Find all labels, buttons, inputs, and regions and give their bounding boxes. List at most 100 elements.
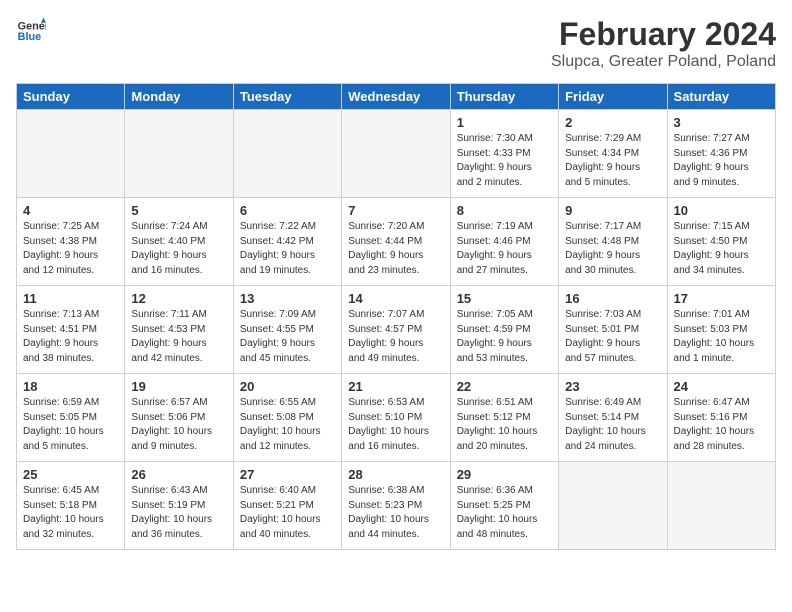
calendar-cell: 13 Sunrise: 7:09 AMSunset: 4:55 PMDayligh… bbox=[233, 286, 341, 374]
day-number: 25 bbox=[23, 467, 118, 482]
header-sunday: Sunday bbox=[17, 84, 125, 110]
calendar-cell: 2 Sunrise: 7:29 AMSunset: 4:34 PMDaylight… bbox=[559, 110, 667, 198]
day-number: 4 bbox=[23, 203, 118, 218]
calendar-cell: 14 Sunrise: 7:07 AMSunset: 4:57 PMDayligh… bbox=[342, 286, 450, 374]
calendar-cell: 22 Sunrise: 6:51 AMSunset: 5:12 PMDayligh… bbox=[450, 374, 558, 462]
day-number: 17 bbox=[674, 291, 769, 306]
calendar-cell: 3 Sunrise: 7:27 AMSunset: 4:36 PMDaylight… bbox=[667, 110, 775, 198]
calendar-cell bbox=[233, 110, 341, 198]
day-info: Sunrise: 7:24 AMSunset: 4:40 PMDaylight:… bbox=[131, 220, 226, 278]
header-wednesday: Wednesday bbox=[342, 84, 450, 110]
calendar-cell: 29 Sunrise: 6:36 AMSunset: 5:25 PMDayligh… bbox=[450, 462, 558, 550]
header-tuesday: Tuesday bbox=[233, 84, 341, 110]
calendar-cell bbox=[667, 462, 775, 550]
day-info: Sunrise: 6:38 AMSunset: 5:23 PMDaylight:… bbox=[348, 484, 443, 542]
calendar-cell: 6 Sunrise: 7:22 AMSunset: 4:42 PMDaylight… bbox=[233, 198, 341, 286]
calendar-cell: 9 Sunrise: 7:17 AMSunset: 4:48 PMDaylight… bbox=[559, 198, 667, 286]
header-thursday: Thursday bbox=[450, 84, 558, 110]
header-friday: Friday bbox=[559, 84, 667, 110]
day-info: Sunrise: 7:19 AMSunset: 4:46 PMDaylight:… bbox=[457, 220, 552, 278]
day-info: Sunrise: 7:30 AMSunset: 4:33 PMDaylight:… bbox=[457, 132, 552, 190]
calendar-cell: 19Sunrise: 6:57 AMSunset: 5:06 PMDayligh… bbox=[125, 374, 233, 462]
day-info: Sunrise: 7:11 AMSunset: 4:53 PMDaylight:… bbox=[131, 308, 226, 366]
day-number: 27 bbox=[240, 467, 335, 482]
calendar-cell: 26 Sunrise: 6:43 AMSunset: 5:19 PMDayligh… bbox=[125, 462, 233, 550]
day-info: Sunrise: 6:43 AMSunset: 5:19 PMDaylight:… bbox=[131, 484, 226, 542]
day-info: Sunrise: 6:55 AMSunset: 5:08 PMDaylight:… bbox=[240, 396, 335, 454]
day-info: Sunrise: 7:07 AMSunset: 4:57 PMDaylight:… bbox=[348, 308, 443, 366]
day-number: 14 bbox=[348, 291, 443, 306]
day-info: Sunrise: 7:22 AMSunset: 4:42 PMDaylight:… bbox=[240, 220, 335, 278]
day-info: Sunrise: 6:51 AMSunset: 5:12 PMDaylight:… bbox=[457, 396, 552, 454]
day-number: 24 bbox=[674, 379, 769, 394]
day-number: 20 bbox=[240, 379, 335, 394]
calendar-cell bbox=[342, 110, 450, 198]
day-number: 6 bbox=[240, 203, 335, 218]
calendar-cell: 4Sunrise: 7:25 AMSunset: 4:38 PMDaylight… bbox=[17, 198, 125, 286]
day-info: Sunrise: 7:29 AMSunset: 4:34 PMDaylight:… bbox=[565, 132, 660, 190]
day-number: 15 bbox=[457, 291, 552, 306]
day-number: 12 bbox=[131, 291, 226, 306]
day-info: Sunrise: 7:03 AMSunset: 5:01 PMDaylight:… bbox=[565, 308, 660, 366]
calendar-cell: 15 Sunrise: 7:05 AMSunset: 4:59 PMDayligh… bbox=[450, 286, 558, 374]
calendar-cell bbox=[17, 110, 125, 198]
calendar-week-4: 25 Sunrise: 6:45 AMSunset: 5:18 PMDayligh… bbox=[17, 462, 776, 550]
header-row: Sunday Monday Tuesday Wednesday Thursday… bbox=[17, 84, 776, 110]
day-number: 2 bbox=[565, 115, 660, 130]
day-info: Sunrise: 6:36 AMSunset: 5:25 PMDaylight:… bbox=[457, 484, 552, 542]
calendar-cell: 21 Sunrise: 6:53 AMSunset: 5:10 PMDayligh… bbox=[342, 374, 450, 462]
day-number: 29 bbox=[457, 467, 552, 482]
day-info: Sunrise: 6:53 AMSunset: 5:10 PMDaylight:… bbox=[348, 396, 443, 454]
calendar-cell: 23 Sunrise: 6:49 AMSunset: 5:14 PMDayligh… bbox=[559, 374, 667, 462]
day-number: 22 bbox=[457, 379, 552, 394]
day-number: 21 bbox=[348, 379, 443, 394]
day-number: 16 bbox=[565, 291, 660, 306]
logo: General Blue bbox=[16, 16, 46, 46]
day-number: 26 bbox=[131, 467, 226, 482]
day-number: 7 bbox=[348, 203, 443, 218]
day-info: Sunrise: 7:15 AMSunset: 4:50 PMDaylight:… bbox=[674, 220, 769, 278]
calendar-cell: 1Sunrise: 7:30 AMSunset: 4:33 PMDaylight… bbox=[450, 110, 558, 198]
calendar-title: February 2024 bbox=[551, 16, 776, 53]
day-number: 3 bbox=[674, 115, 769, 130]
day-info: Sunrise: 7:05 AMSunset: 4:59 PMDaylight:… bbox=[457, 308, 552, 366]
day-number: 9 bbox=[565, 203, 660, 218]
day-info: Sunrise: 7:27 AMSunset: 4:36 PMDaylight:… bbox=[674, 132, 769, 190]
calendar-cell: 27 Sunrise: 6:40 AMSunset: 5:21 PMDayligh… bbox=[233, 462, 341, 550]
calendar-cell: 16 Sunrise: 7:03 AMSunset: 5:01 PMDayligh… bbox=[559, 286, 667, 374]
day-info: Sunrise: 6:59 AMSunset: 5:05 PMDaylight:… bbox=[23, 396, 118, 454]
day-info: Sunrise: 6:40 AMSunset: 5:21 PMDaylight:… bbox=[240, 484, 335, 542]
day-info: Sunrise: 7:13 AMSunset: 4:51 PMDaylight:… bbox=[23, 308, 118, 366]
page-header: General Blue February 2024 Slupca, Great… bbox=[16, 16, 776, 71]
day-number: 8 bbox=[457, 203, 552, 218]
day-number: 18 bbox=[23, 379, 118, 394]
day-number: 23 bbox=[565, 379, 660, 394]
day-number: 13 bbox=[240, 291, 335, 306]
header-monday: Monday bbox=[125, 84, 233, 110]
calendar-cell bbox=[125, 110, 233, 198]
day-info: Sunrise: 7:09 AMSunset: 4:55 PMDaylight:… bbox=[240, 308, 335, 366]
calendar-week-2: 11Sunrise: 7:13 AMSunset: 4:51 PMDayligh… bbox=[17, 286, 776, 374]
logo-icon: General Blue bbox=[16, 16, 46, 46]
header-saturday: Saturday bbox=[667, 84, 775, 110]
day-info: Sunrise: 7:20 AMSunset: 4:44 PMDaylight:… bbox=[348, 220, 443, 278]
calendar-table: Sunday Monday Tuesday Wednesday Thursday… bbox=[16, 83, 776, 550]
title-section: February 2024 Slupca, Greater Poland, Po… bbox=[551, 16, 776, 71]
day-info: Sunrise: 7:17 AMSunset: 4:48 PMDaylight:… bbox=[565, 220, 660, 278]
calendar-week-1: 4Sunrise: 7:25 AMSunset: 4:38 PMDaylight… bbox=[17, 198, 776, 286]
day-info: Sunrise: 6:49 AMSunset: 5:14 PMDaylight:… bbox=[565, 396, 660, 454]
calendar-cell: 20 Sunrise: 6:55 AMSunset: 5:08 PMDayligh… bbox=[233, 374, 341, 462]
day-info: Sunrise: 6:57 AMSunset: 5:06 PMDaylight:… bbox=[131, 396, 226, 454]
day-info: Sunrise: 6:45 AMSunset: 5:18 PMDaylight:… bbox=[23, 484, 118, 542]
calendar-cell: 8 Sunrise: 7:19 AMSunset: 4:46 PMDaylight… bbox=[450, 198, 558, 286]
calendar-cell: 24Sunrise: 6:47 AMSunset: 5:16 PMDayligh… bbox=[667, 374, 775, 462]
calendar-cell bbox=[559, 462, 667, 550]
calendar-cell: 25 Sunrise: 6:45 AMSunset: 5:18 PMDayligh… bbox=[17, 462, 125, 550]
calendar-cell: 17 Sunrise: 7:01 AMSunset: 5:03 PMDayligh… bbox=[667, 286, 775, 374]
svg-text:Blue: Blue bbox=[18, 31, 41, 43]
day-info: Sunrise: 7:01 AMSunset: 5:03 PMDaylight:… bbox=[674, 308, 769, 366]
calendar-cell: 7 Sunrise: 7:20 AMSunset: 4:44 PMDaylight… bbox=[342, 198, 450, 286]
day-number: 28 bbox=[348, 467, 443, 482]
day-number: 5 bbox=[131, 203, 226, 218]
day-number: 10 bbox=[674, 203, 769, 218]
